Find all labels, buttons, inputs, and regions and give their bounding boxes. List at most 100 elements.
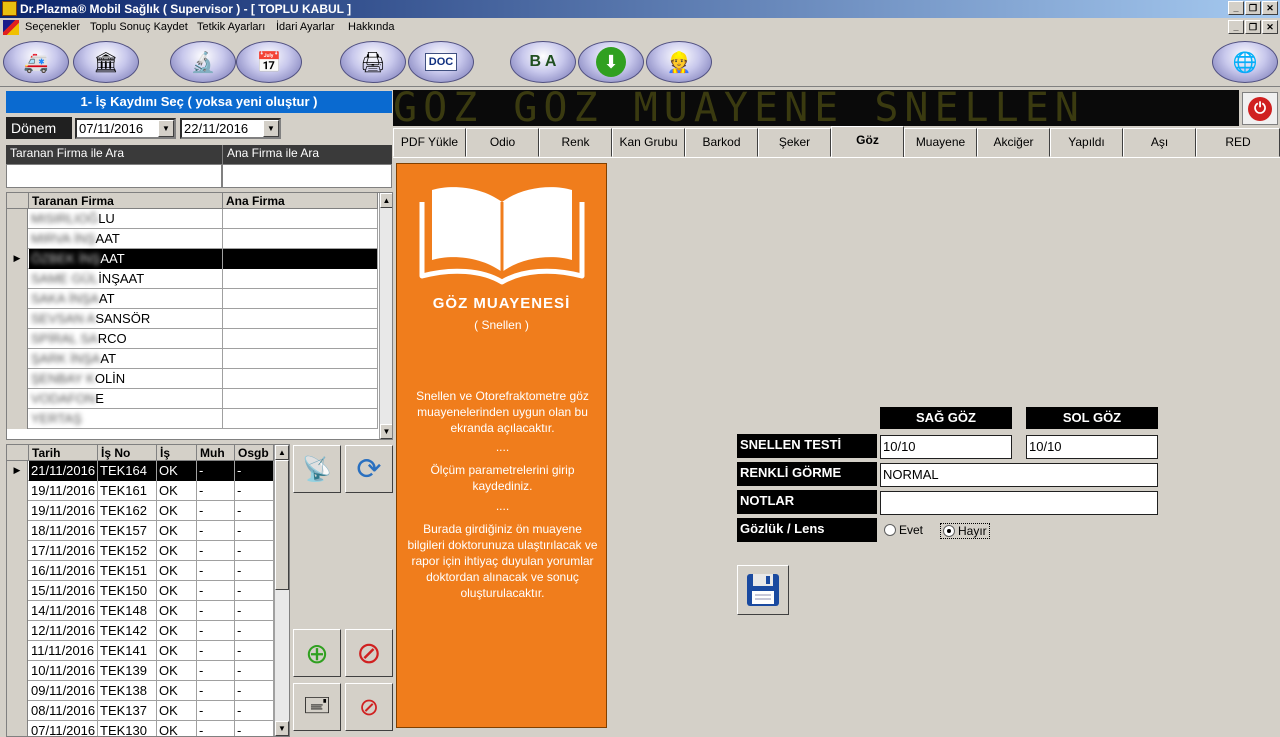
print-button[interactable]: 🖨: [340, 41, 406, 83]
radio-hayir-dot[interactable]: [943, 525, 955, 537]
tab-pdf-yükle[interactable]: PDF Yükle: [393, 128, 466, 157]
firma-cell[interactable]: MISIRLIOĞLU: [29, 209, 223, 229]
tarih-cell[interactable]: 19/11/2016: [29, 501, 98, 521]
is-cell[interactable]: OK: [157, 581, 197, 601]
tarih-cell[interactable]: 12/11/2016: [29, 621, 98, 641]
translate-button[interactable]: B A: [510, 41, 576, 83]
col-taranan-firma[interactable]: Taranan Firma: [29, 193, 223, 209]
row-indicator[interactable]: [7, 641, 28, 661]
row-indicator[interactable]: [7, 481, 28, 501]
search-firma-input[interactable]: [6, 164, 222, 188]
ana-firma-cell[interactable]: [223, 329, 378, 349]
ana-firma-cell[interactable]: [223, 209, 378, 229]
table-row[interactable]: YERTAŞ: [7, 409, 378, 429]
muh-cell[interactable]: -: [197, 561, 235, 581]
is-no-cell[interactable]: TEK151: [98, 561, 157, 581]
ana-firma-cell[interactable]: [223, 369, 378, 389]
date-from-picker[interactable]: 07/11/2016 ▼: [75, 118, 176, 139]
row-indicator[interactable]: [7, 289, 28, 309]
muh-cell[interactable]: -: [197, 621, 235, 641]
col-ana-firma[interactable]: Ana Firma: [223, 193, 378, 209]
tab-akciğer[interactable]: Akciğer: [977, 128, 1050, 157]
is-cell[interactable]: OK: [157, 661, 197, 681]
muh-cell[interactable]: -: [197, 481, 235, 501]
osgb-cell[interactable]: -: [235, 721, 274, 736]
menu-tetkik-ayarlari[interactable]: Tetkik Ayarları: [197, 21, 265, 33]
add-record-button[interactable]: ⊕: [293, 629, 341, 677]
firma-cell[interactable]: SAKA İNŞAAT: [29, 289, 223, 309]
ana-firma-cell[interactable]: [223, 349, 378, 369]
tab-barkod[interactable]: Barkod: [685, 128, 758, 157]
row-indicator[interactable]: ▶: [7, 461, 28, 481]
restore-button[interactable]: ❐: [1245, 1, 1261, 15]
is-no-cell[interactable]: TEK141: [98, 641, 157, 661]
is-cell[interactable]: OK: [157, 621, 197, 641]
osgb-cell[interactable]: -: [235, 461, 274, 481]
table-row[interactable]: 07/11/2016 TEK130 OK - -: [7, 721, 274, 736]
tab-kan-grubu[interactable]: Kan Grubu: [612, 128, 685, 157]
table-row[interactable]: 17/11/2016 TEK152 OK - -: [7, 541, 274, 561]
minimize-button[interactable]: _: [1228, 1, 1244, 15]
cancel-button[interactable]: ⊘: [345, 629, 393, 677]
tarih-cell[interactable]: 15/11/2016: [29, 581, 98, 601]
row-indicator[interactable]: [7, 209, 28, 229]
table-row[interactable]: 08/11/2016 TEK137 OK - -: [7, 701, 274, 721]
tab-şeker[interactable]: Şeker: [758, 128, 831, 157]
is-no-cell[interactable]: TEK157: [98, 521, 157, 541]
firma-scrollbar[interactable]: ▲ ▼: [379, 193, 392, 439]
tab-muayene[interactable]: Muayene: [904, 128, 977, 157]
table-row[interactable]: VODAFONE: [7, 389, 378, 409]
chevron-down-icon[interactable]: ▼: [158, 120, 174, 137]
tab-göz[interactable]: Göz: [831, 126, 904, 158]
radio-evet-dot[interactable]: [884, 524, 896, 536]
tarih-cell[interactable]: 18/11/2016: [29, 521, 98, 541]
osgb-cell[interactable]: -: [235, 601, 274, 621]
is-cell[interactable]: OK: [157, 541, 197, 561]
tarih-cell[interactable]: 10/11/2016: [29, 661, 98, 681]
table-row[interactable]: SEVSAN ASANSÖR: [7, 309, 378, 329]
child-minimize-button[interactable]: _: [1228, 20, 1244, 34]
muh-cell[interactable]: -: [197, 721, 235, 736]
is-no-cell[interactable]: TEK161: [98, 481, 157, 501]
osgb-cell[interactable]: -: [235, 541, 274, 561]
row-indicator[interactable]: [7, 349, 28, 369]
tarih-cell[interactable]: 17/11/2016: [29, 541, 98, 561]
notlar-field[interactable]: [880, 491, 1158, 515]
row-indicator[interactable]: [7, 701, 28, 721]
row-indicator[interactable]: [7, 621, 28, 641]
table-row[interactable]: SPİRAL SARCO: [7, 329, 378, 349]
mdi-child-icon[interactable]: [3, 20, 19, 35]
osgb-cell[interactable]: -: [235, 521, 274, 541]
is-no-cell[interactable]: TEK137: [98, 701, 157, 721]
osgb-cell[interactable]: -: [235, 501, 274, 521]
firma-grid[interactable]: Taranan Firma Ana Firma MISIRLIOĞLU MIRVA…: [6, 192, 393, 440]
tab-yapıldı[interactable]: Yapıldı: [1050, 128, 1123, 157]
save-button[interactable]: [737, 565, 789, 615]
col-tarih[interactable]: Tarih: [29, 445, 98, 461]
osgb-cell[interactable]: -: [235, 481, 274, 501]
row-indicator[interactable]: [7, 329, 28, 349]
chevron-down-icon[interactable]: ▼: [263, 120, 279, 137]
table-row[interactable]: 19/11/2016 TEK161 OK - -: [7, 481, 274, 501]
ana-firma-cell[interactable]: [223, 409, 378, 429]
snellen-right-field[interactable]: 10/10: [880, 435, 1012, 459]
is-no-cell[interactable]: TEK148: [98, 601, 157, 621]
is-no-cell[interactable]: TEK142: [98, 621, 157, 641]
row-indicator[interactable]: [7, 229, 28, 249]
scroll-up-icon[interactable]: ▲: [380, 193, 392, 208]
firma-cell[interactable]: SAME GÜLİNŞAAT: [29, 269, 223, 289]
is-no-cell[interactable]: TEK150: [98, 581, 157, 601]
job-grid[interactable]: Tarih İş No İş Muh Osgb ▶ 21/11/2016 TEK16…: [6, 444, 290, 737]
ana-firma-cell[interactable]: [223, 249, 378, 269]
is-cell[interactable]: OK: [157, 721, 197, 736]
is-cell[interactable]: OK: [157, 481, 197, 501]
osgb-cell[interactable]: -: [235, 621, 274, 641]
refresh-button[interactable]: ⟳: [345, 445, 393, 493]
download-button[interactable]: ⬇: [578, 41, 644, 83]
is-no-cell[interactable]: TEK152: [98, 541, 157, 561]
firma-cell[interactable]: ŞARK İNŞAAT: [29, 349, 223, 369]
firma-cell[interactable]: YERTAŞ: [29, 409, 223, 429]
tarih-cell[interactable]: 08/11/2016: [29, 701, 98, 721]
globe-button[interactable]: 🌐: [1212, 41, 1278, 83]
is-cell[interactable]: OK: [157, 701, 197, 721]
